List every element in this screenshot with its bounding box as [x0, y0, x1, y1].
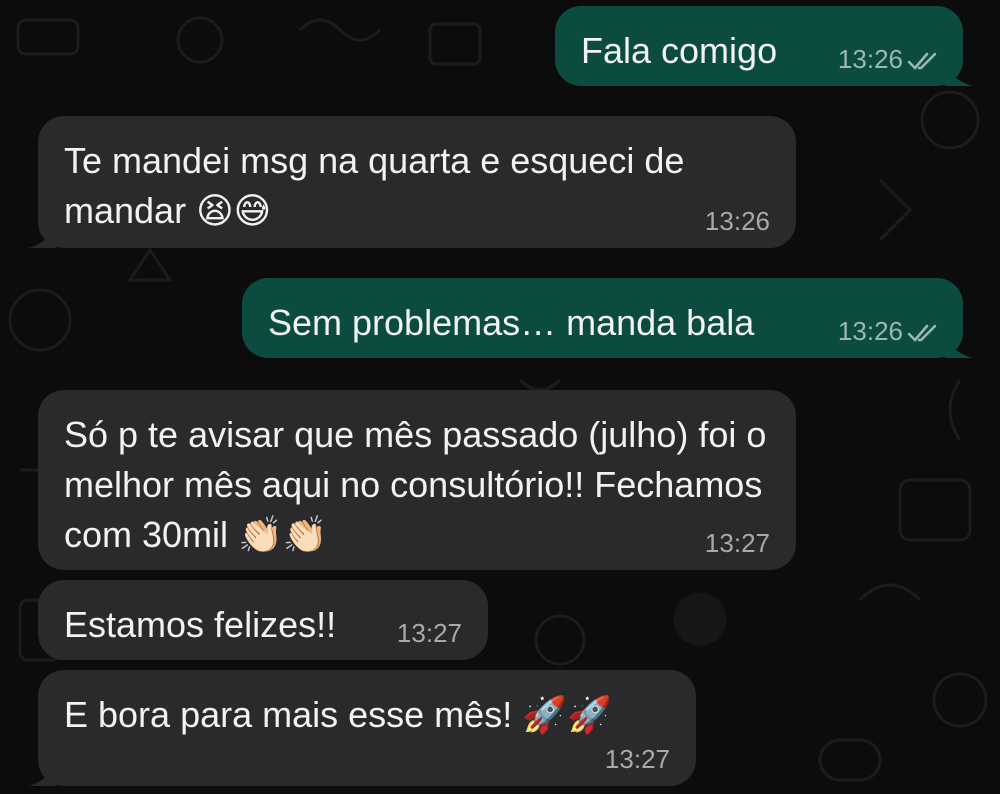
message-time: 13:27 — [704, 528, 770, 558]
message-time: 13:27 — [396, 618, 462, 648]
bubble-tail — [28, 764, 56, 786]
message-text: Te mandei msg na quarta e esqueci de man… — [64, 140, 695, 231]
bubble-tail — [945, 336, 973, 358]
message-text: E bora para mais esse mês! 🚀🚀 — [64, 694, 612, 735]
message-bubble-incoming[interactable]: Estamos felizes!! 13:27 — [38, 580, 488, 660]
message-bubble-outgoing[interactable]: Fala comigo 13:26 — [555, 6, 973, 86]
message-bubble-incoming[interactable]: E bora para mais esse mês! 🚀🚀 13:27 — [28, 670, 696, 786]
message-time: 13:26 — [704, 206, 770, 236]
bubble-tail — [945, 64, 973, 86]
double-check-icon — [907, 324, 937, 342]
message-list[interactable]: Fala comigo 13:26 Te mandei msg na quart… — [0, 0, 1000, 794]
message-time: 13:27 — [604, 744, 670, 774]
message-text: Sem problemas… manda bala — [268, 302, 755, 343]
double-check-icon — [907, 52, 937, 70]
message-time: 13:26 — [837, 44, 903, 74]
message-text: Fala comigo — [581, 30, 778, 71]
message-text: Estamos felizes!! — [64, 604, 337, 645]
message-bubble-outgoing[interactable]: Sem problemas… manda bala 13:26 — [242, 278, 973, 358]
message-bubble-incoming[interactable]: Te mandei msg na quarta e esqueci de man… — [28, 116, 796, 248]
bubble-tail — [28, 226, 56, 248]
message-time: 13:26 — [837, 316, 903, 346]
message-bubble-incoming[interactable]: Só p te avisar que mês passado (julho) f… — [38, 390, 796, 570]
message-text: Só p te avisar que mês passado (julho) f… — [64, 414, 777, 555]
